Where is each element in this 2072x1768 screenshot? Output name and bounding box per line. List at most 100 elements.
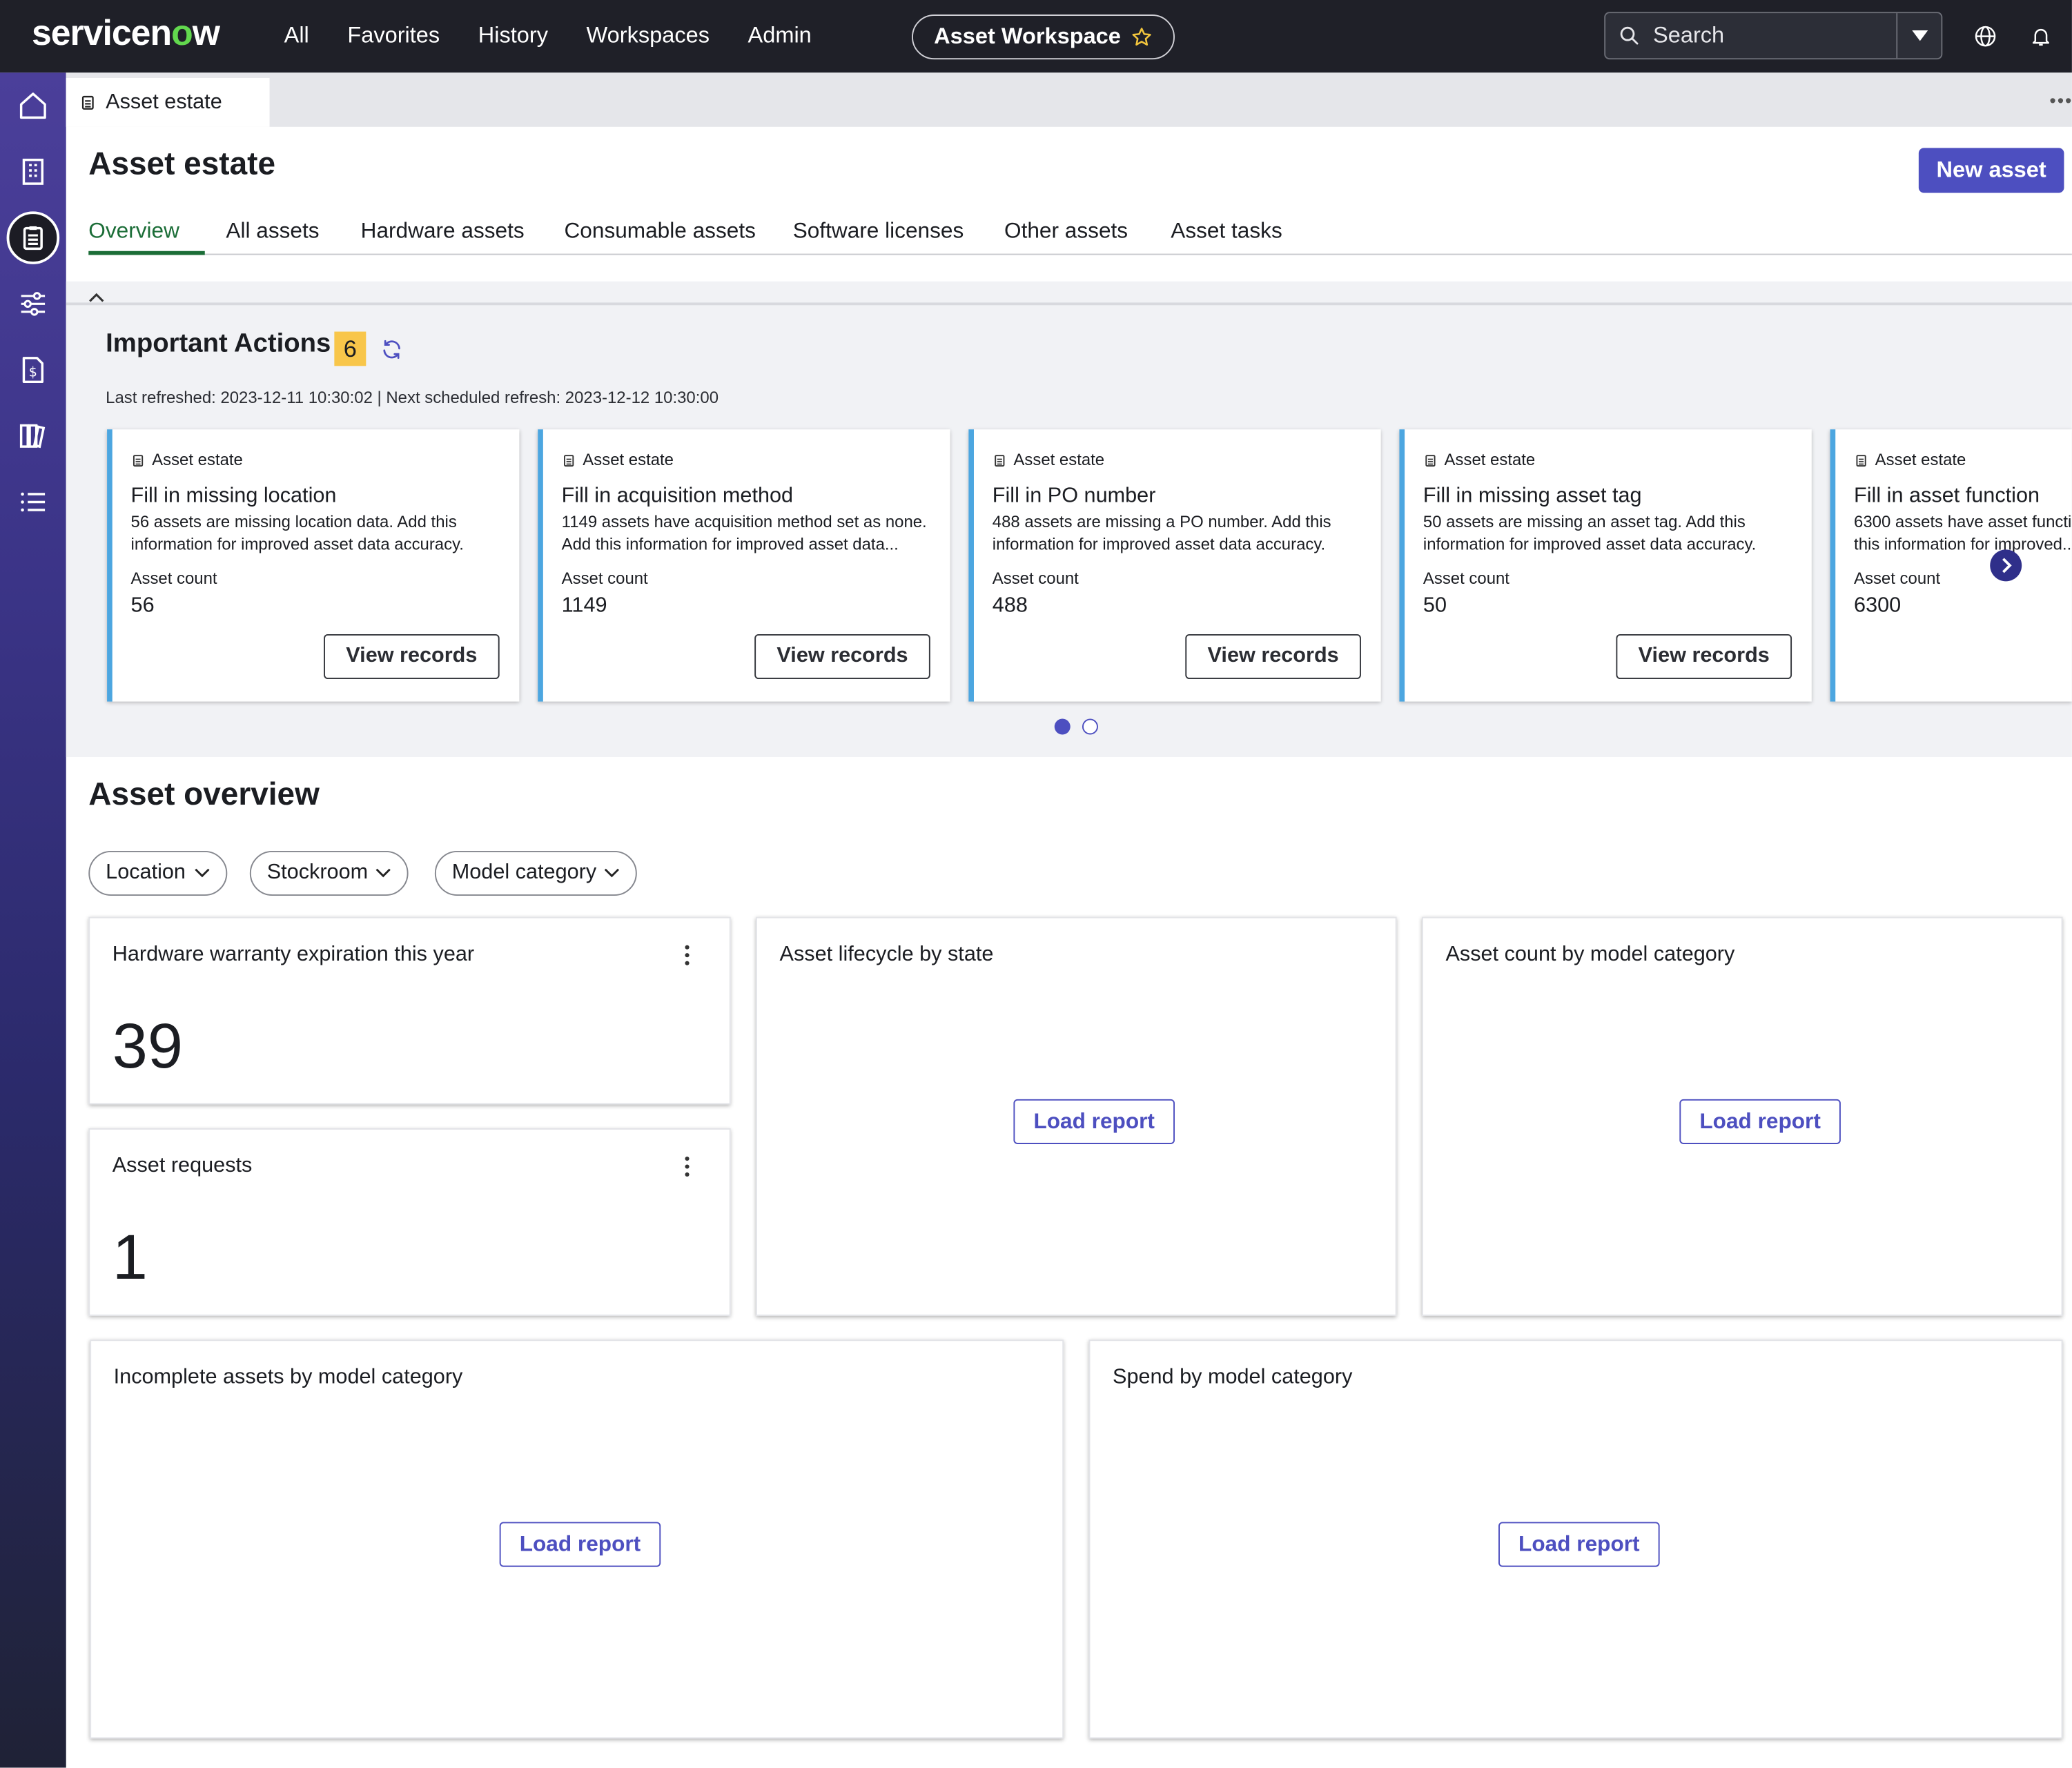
workspace-label: Asset Workspace bbox=[934, 23, 1121, 49]
card-description: 50 assets are missing an asset tag. Add … bbox=[1423, 512, 1757, 554]
sidebar-list[interactable] bbox=[13, 482, 52, 522]
view-records-button[interactable]: View records bbox=[1185, 633, 1361, 680]
home-icon bbox=[19, 92, 46, 119]
action-card: Asset estate Fill in PO number 488 asset… bbox=[968, 429, 1381, 702]
star-icon[interactable] bbox=[1131, 26, 1153, 48]
asset-lifecycle-widget: Asset lifecycle by state Load report bbox=[756, 916, 1397, 1316]
clipboard-icon bbox=[995, 454, 1005, 466]
refresh-icon[interactable] bbox=[380, 338, 403, 361]
carousel-next-button[interactable] bbox=[1990, 549, 2022, 582]
card-count-value: 488 bbox=[992, 594, 1028, 618]
carousel-page-dot-2[interactable] bbox=[1082, 718, 1098, 735]
card-count-label: Asset count bbox=[130, 569, 217, 588]
card-title: Fill in asset function bbox=[1854, 484, 2040, 508]
nav-history[interactable]: History bbox=[478, 23, 548, 49]
card-count-label: Asset count bbox=[992, 569, 1079, 588]
more-options-icon[interactable]: ••• bbox=[2049, 90, 2072, 111]
left-sidebar: $ bbox=[0, 72, 66, 1768]
clipboard-icon bbox=[133, 454, 144, 466]
search-input[interactable]: Search bbox=[1653, 23, 1896, 49]
card-source: Asset estate bbox=[1854, 451, 1966, 469]
sidebar-settings[interactable] bbox=[13, 284, 52, 324]
card-source: Asset estate bbox=[562, 451, 674, 469]
load-report-button[interactable]: Load report bbox=[1679, 1099, 1841, 1144]
widget-title: Incomplete assets by model category bbox=[113, 1366, 463, 1389]
tab-consumable-assets[interactable]: Consumable assets bbox=[564, 219, 755, 244]
card-title: Fill in PO number bbox=[992, 484, 1156, 508]
top-navigation-bar: servicenow All Favorites History Workspa… bbox=[0, 0, 2072, 73]
view-records-button[interactable]: View records bbox=[754, 633, 930, 680]
sidebar-catalog[interactable] bbox=[13, 416, 52, 455]
caret-down-icon bbox=[1911, 30, 1928, 41]
sidebar-buildings[interactable] bbox=[13, 152, 52, 191]
spend-by-category-widget: Spend by model category Load report bbox=[1088, 1339, 2063, 1739]
sidebar-asset-estate[interactable] bbox=[6, 211, 60, 264]
load-report-button[interactable]: Load report bbox=[1013, 1099, 1175, 1144]
tab-other-assets[interactable]: Other assets bbox=[1004, 219, 1128, 244]
servicenow-logo[interactable]: servicenow bbox=[32, 13, 220, 54]
dollar-document-icon: $ bbox=[22, 357, 43, 384]
tab-overview[interactable]: Overview bbox=[88, 219, 179, 244]
workspace-button[interactable]: Asset Workspace bbox=[912, 14, 1175, 60]
chevron-down-icon bbox=[605, 868, 620, 878]
globe-icon[interactable] bbox=[1974, 25, 1997, 48]
kebab-menu-icon[interactable] bbox=[685, 945, 690, 966]
search-scope-dropdown[interactable] bbox=[1896, 13, 1941, 59]
workspace-tab-asset-estate[interactable]: Asset estate bbox=[66, 77, 270, 127]
active-tab-indicator bbox=[88, 251, 205, 255]
widget-title: Spend by model category bbox=[1113, 1366, 1353, 1389]
clipboard-icon bbox=[1425, 454, 1436, 466]
tab-hardware-assets[interactable]: Hardware assets bbox=[361, 219, 525, 244]
carousel-page-dot-1[interactable] bbox=[1054, 718, 1071, 735]
action-card: Asset estate Fill in missing location 56… bbox=[107, 429, 520, 702]
asset-count-by-category-widget: Asset count by model category Load repor… bbox=[1422, 916, 2063, 1316]
bell-icon[interactable] bbox=[2030, 25, 2053, 48]
load-report-button[interactable]: Load report bbox=[1498, 1522, 1660, 1567]
widget-value[interactable]: 39 bbox=[113, 1011, 183, 1083]
action-card: Asset estate Fill in missing asset tag 5… bbox=[1399, 429, 1812, 702]
view-records-button[interactable]: View records bbox=[1616, 633, 1792, 680]
svg-text:$: $ bbox=[29, 364, 37, 380]
nav-workspaces[interactable]: Workspaces bbox=[587, 23, 710, 49]
view-records-button[interactable]: View records bbox=[324, 633, 500, 680]
nav-all[interactable]: All bbox=[284, 23, 309, 49]
widget-title: Asset lifecycle by state bbox=[779, 943, 994, 966]
asset-requests-widget: Asset requests 1 bbox=[88, 1128, 731, 1316]
filter-model-category[interactable]: Model category bbox=[434, 850, 638, 896]
card-count-value: 56 bbox=[130, 594, 155, 618]
card-count-value: 1149 bbox=[561, 594, 607, 618]
important-actions-title: Important Actions bbox=[106, 328, 331, 358]
card-source: Asset estate bbox=[131, 451, 243, 469]
tab-asset-tasks[interactable]: Asset tasks bbox=[1171, 219, 1282, 244]
filter-location[interactable]: Location bbox=[88, 850, 227, 896]
card-description: 488 assets are missing a PO number. Add … bbox=[992, 512, 1331, 554]
sidebar-finance[interactable]: $ bbox=[13, 350, 52, 389]
tab-software-licenses[interactable]: Software licenses bbox=[793, 219, 964, 244]
nav-admin[interactable]: Admin bbox=[748, 23, 812, 49]
collapse-chevron-icon[interactable] bbox=[87, 289, 106, 308]
card-description: 56 assets are missing location data. Add… bbox=[130, 512, 464, 554]
global-search[interactable]: Search bbox=[1604, 12, 1943, 60]
books-icon bbox=[19, 424, 46, 449]
chevron-down-icon bbox=[376, 868, 391, 878]
card-title: Fill in acquisition method bbox=[561, 484, 794, 508]
nav-favorites[interactable]: Favorites bbox=[347, 23, 440, 49]
clipboard-icon bbox=[23, 226, 43, 251]
new-asset-button[interactable]: New asset bbox=[1918, 148, 2064, 193]
sidebar-home[interactable] bbox=[13, 86, 52, 125]
load-report-button[interactable]: Load report bbox=[499, 1522, 661, 1567]
chevron-down-icon bbox=[194, 868, 209, 878]
kebab-menu-icon[interactable] bbox=[685, 1156, 690, 1177]
filter-stockroom[interactable]: Stockroom bbox=[249, 850, 409, 896]
building-icon bbox=[22, 158, 43, 185]
clipboard-icon bbox=[81, 95, 94, 110]
action-card: Asset estate Fill in acquisition method … bbox=[538, 429, 950, 702]
widget-value[interactable]: 1 bbox=[113, 1222, 148, 1295]
page-title: Asset estate bbox=[88, 146, 276, 183]
widget-title: Asset requests bbox=[112, 1155, 253, 1177]
app-root: servicenow All Favorites History Workspa… bbox=[0, 0, 2072, 1768]
card-count-value: 50 bbox=[1423, 594, 1447, 618]
card-description: 1149 assets have acquisition method set … bbox=[561, 512, 927, 554]
section-divider bbox=[66, 302, 2072, 306]
tab-all-assets[interactable]: All assets bbox=[226, 219, 319, 244]
